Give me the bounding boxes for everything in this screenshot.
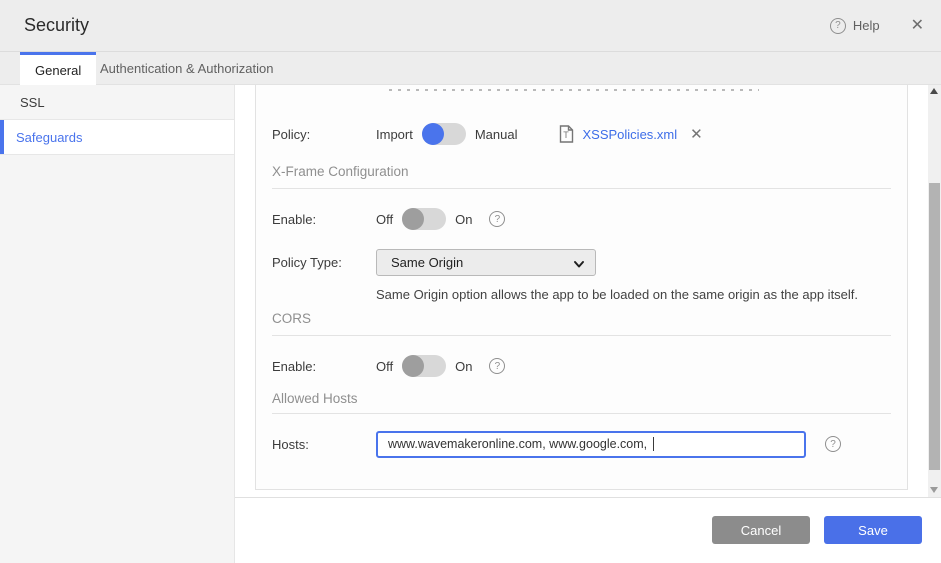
cors-toggle-on-label[interactable]: On xyxy=(455,359,472,374)
svg-text:T: T xyxy=(564,130,570,140)
save-button[interactable]: Save xyxy=(824,516,922,544)
cors-enable-label: Enable: xyxy=(272,358,317,374)
help-circle-icon xyxy=(829,17,846,34)
dialog-header: Security Help xyxy=(0,0,941,52)
text-caret xyxy=(652,437,654,451)
policy-type-label: Policy Type: xyxy=(272,254,342,270)
main-content: '' Policy: Import Manual T XSSPolicies.x… xyxy=(235,85,941,497)
sidebar-item-safeguards[interactable]: Safeguards xyxy=(0,120,234,155)
policy-type-value: Same Origin xyxy=(391,254,464,270)
footer-bar: Cancel Save xyxy=(235,497,941,563)
scrollbar[interactable] xyxy=(928,85,941,497)
hosts-input[interactable]: www.wavemakeronline.com, www.google.com, xyxy=(376,430,806,458)
policy-label: Policy: xyxy=(272,126,311,142)
sidebar: SSL Safeguards xyxy=(0,85,235,563)
help-label: Help xyxy=(852,18,880,33)
settings-panel: '' Policy: Import Manual T XSSPolicies.x… xyxy=(255,85,908,490)
cors-enable-row: Enable: Off On xyxy=(272,352,891,380)
policy-type-select[interactable]: Same Origin xyxy=(376,248,596,276)
cors-toggle-off-label[interactable]: Off xyxy=(376,359,393,374)
xframe-enable-toggle[interactable] xyxy=(402,208,447,230)
hosts-label: Hosts: xyxy=(272,436,309,452)
scrollbar-thumb[interactable] xyxy=(929,183,940,470)
policy-option-manual[interactable]: Manual xyxy=(475,127,518,142)
xframe-toggle-off-label[interactable]: Off xyxy=(376,212,393,227)
cors-enable-help-icon[interactable] xyxy=(489,358,506,374)
xframe-toggle-on-label[interactable]: On xyxy=(455,212,472,227)
help-button[interactable]: Help xyxy=(829,17,880,34)
section-title-cors: CORS xyxy=(272,311,312,326)
policy-type-description: Same Origin option allows the app to be … xyxy=(376,287,859,302)
section-title-xframe: X-Frame Configuration xyxy=(272,164,409,179)
page-title: Security xyxy=(24,15,90,35)
policy-import-manual-toggle[interactable] xyxy=(421,123,466,145)
section-title-allowed-hosts: Allowed Hosts xyxy=(272,391,358,406)
scroll-up-icon[interactable] xyxy=(930,88,938,94)
policy-row: Policy: Import Manual T XSSPolicies.xml xyxy=(272,120,891,148)
toggle-knob xyxy=(421,123,444,145)
xframe-enable-label: Enable: xyxy=(272,211,317,227)
clipped-scrolled-content: '' xyxy=(272,85,891,95)
tab-authentication-authorization[interactable]: Authentication & Authorization xyxy=(85,52,288,85)
toggle-knob xyxy=(402,355,425,377)
policy-file-chip: T XSSPolicies.xml xyxy=(559,125,702,143)
scroll-down-icon[interactable] xyxy=(930,487,938,493)
section-divider xyxy=(272,188,891,189)
policy-option-import[interactable]: Import xyxy=(376,127,413,142)
cors-enable-toggle[interactable] xyxy=(402,355,447,377)
hosts-row: Hosts: www.wavemakeronline.com, www.goog… xyxy=(272,430,891,458)
hosts-input-value: www.wavemakeronline.com, www.google.com, xyxy=(388,437,651,451)
sidebar-item-ssl[interactable]: SSL xyxy=(0,85,234,120)
toggle-knob xyxy=(402,208,425,230)
policy-type-row: Policy Type: Same Origin xyxy=(272,248,891,276)
xframe-enable-help-icon[interactable] xyxy=(489,211,506,227)
section-divider xyxy=(272,335,891,336)
chevron-down-icon xyxy=(574,260,584,267)
remove-file-icon[interactable] xyxy=(690,127,703,142)
section-divider xyxy=(272,413,891,414)
tab-bar: General Authentication & Authorization xyxy=(0,52,941,85)
close-icon[interactable] xyxy=(911,18,924,34)
file-xml-icon: T xyxy=(560,125,574,143)
hosts-help-icon[interactable] xyxy=(825,436,841,452)
xframe-enable-row: Enable: Off On xyxy=(272,205,891,233)
cancel-button[interactable]: Cancel xyxy=(712,516,810,544)
policy-file-link[interactable]: XSSPolicies.xml xyxy=(582,127,677,142)
